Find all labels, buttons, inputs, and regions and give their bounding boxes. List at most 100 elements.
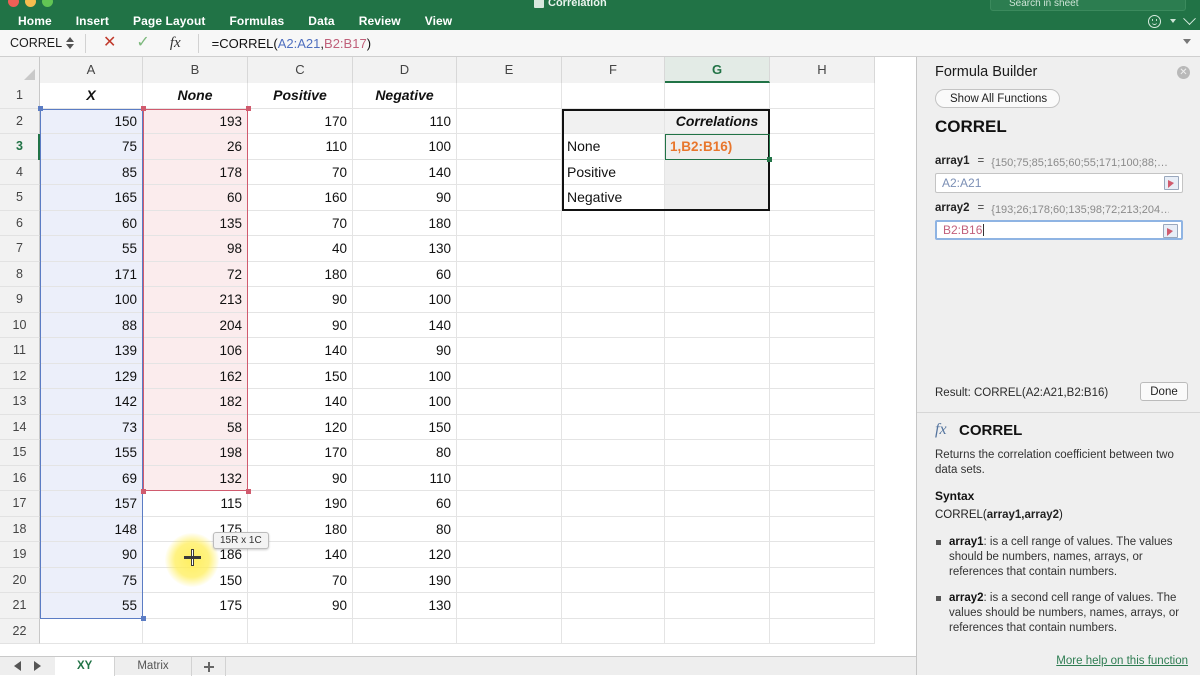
cell-E12[interactable]	[457, 363, 562, 389]
minimize-window-icon[interactable]	[25, 0, 36, 7]
cell-G3[interactable]: 1,B2:B16)	[665, 134, 770, 160]
ribbon-tab-data[interactable]: Data	[296, 12, 346, 30]
selection-handle[interactable]	[140, 106, 146, 111]
cell-E5[interactable]	[457, 185, 562, 211]
chevron-down-icon[interactable]	[1170, 19, 1176, 23]
cell-B14[interactable]: 58	[143, 414, 248, 440]
cell-E11[interactable]	[457, 338, 562, 364]
cell-B22[interactable]	[143, 618, 248, 644]
row-header-6[interactable]: 6	[0, 210, 40, 236]
cell-B12[interactable]: 162	[143, 363, 248, 389]
collapse-ribbon-icon[interactable]	[1183, 11, 1196, 25]
cell-B7[interactable]: 98	[143, 236, 248, 262]
cell-C10[interactable]: 90	[248, 312, 353, 338]
cell-C20[interactable]: 70	[248, 567, 353, 593]
selection-handle[interactable]	[37, 106, 43, 111]
cancel-formula-icon[interactable]: ✕	[93, 35, 126, 51]
select-all-corner[interactable]	[0, 57, 40, 83]
cell-F8[interactable]	[562, 261, 665, 287]
cell-D9[interactable]: 100	[353, 287, 457, 313]
cell-F19[interactable]	[562, 542, 665, 568]
cell-B13[interactable]: 182	[143, 389, 248, 415]
cell-D15[interactable]: 80	[353, 440, 457, 466]
cell-A2[interactable]: 150	[40, 108, 143, 134]
cell-A18[interactable]: 148	[40, 516, 143, 542]
cell-B4[interactable]: 178	[143, 159, 248, 185]
cell-C16[interactable]: 90	[248, 465, 353, 491]
cell-B9[interactable]: 213	[143, 287, 248, 313]
cell-H2[interactable]	[770, 108, 875, 134]
cell-D3[interactable]: 100	[353, 134, 457, 160]
cell-D18[interactable]: 80	[353, 516, 457, 542]
ribbon-tab-view[interactable]: View	[413, 12, 465, 30]
cell-D12[interactable]: 100	[353, 363, 457, 389]
cell-E13[interactable]	[457, 389, 562, 415]
cell-A20[interactable]: 75	[40, 567, 143, 593]
cell-A4[interactable]: 85	[40, 159, 143, 185]
cell-F18[interactable]	[562, 516, 665, 542]
maximize-window-icon[interactable]	[42, 0, 53, 7]
cell-C14[interactable]: 120	[248, 414, 353, 440]
cell-H11[interactable]	[770, 338, 875, 364]
cell-G7[interactable]	[665, 236, 770, 262]
cell-H4[interactable]	[770, 159, 875, 185]
range-picker-icon[interactable]	[1163, 224, 1178, 238]
array2-input[interactable]: B2:B16	[935, 220, 1183, 240]
cell-E14[interactable]	[457, 414, 562, 440]
cell-E4[interactable]	[457, 159, 562, 185]
row-header-3[interactable]: 3	[0, 134, 40, 160]
ribbon-tab-review[interactable]: Review	[347, 12, 413, 30]
cell-H13[interactable]	[770, 389, 875, 415]
row-header-4[interactable]: 4	[0, 159, 40, 185]
cell-G13[interactable]	[665, 389, 770, 415]
row-header-13[interactable]: 13	[0, 389, 40, 415]
cell-B10[interactable]: 204	[143, 312, 248, 338]
cell-G21[interactable]	[665, 593, 770, 619]
cell-F10[interactable]	[562, 312, 665, 338]
cell-A7[interactable]: 55	[40, 236, 143, 262]
cell-E3[interactable]	[457, 134, 562, 160]
cell-H18[interactable]	[770, 516, 875, 542]
ribbon-tab-home[interactable]: Home	[6, 12, 64, 30]
cell-H21[interactable]	[770, 593, 875, 619]
range-picker-icon[interactable]	[1164, 176, 1179, 190]
cell-B6[interactable]: 135	[143, 210, 248, 236]
cell-D17[interactable]: 60	[353, 491, 457, 517]
cell-D10[interactable]: 140	[353, 312, 457, 338]
cell-C8[interactable]: 180	[248, 261, 353, 287]
cell-F13[interactable]	[562, 389, 665, 415]
row-header-16[interactable]: 16	[0, 465, 40, 491]
cell-E15[interactable]	[457, 440, 562, 466]
column-header-b[interactable]: B	[143, 57, 248, 83]
cell-G22[interactable]	[665, 618, 770, 644]
cell-H6[interactable]	[770, 210, 875, 236]
cell-A12[interactable]: 129	[40, 363, 143, 389]
cell-H15[interactable]	[770, 440, 875, 466]
cell-D1[interactable]: Negative	[353, 83, 457, 109]
cell-E20[interactable]	[457, 567, 562, 593]
cell-F3[interactable]: None	[562, 134, 665, 160]
cell-G14[interactable]	[665, 414, 770, 440]
cell-H12[interactable]	[770, 363, 875, 389]
cell-E22[interactable]	[457, 618, 562, 644]
next-sheet-icon[interactable]	[34, 661, 41, 671]
cell-F11[interactable]	[562, 338, 665, 364]
row-header-5[interactable]: 5	[0, 185, 40, 211]
cell-D16[interactable]: 110	[353, 465, 457, 491]
cell-A14[interactable]: 73	[40, 414, 143, 440]
cell-H1[interactable]	[770, 83, 875, 109]
column-header-a[interactable]: A	[40, 57, 143, 83]
ribbon-tab-page-layout[interactable]: Page Layout	[121, 12, 217, 30]
close-window-icon[interactable]	[8, 0, 19, 7]
cell-A5[interactable]: 165	[40, 185, 143, 211]
ribbon-tab-formulas[interactable]: Formulas	[217, 12, 296, 30]
cell-G5[interactable]	[665, 185, 770, 211]
row-header-8[interactable]: 8	[0, 261, 40, 287]
cell-E1[interactable]	[457, 83, 562, 109]
insert-function-icon[interactable]: fx	[160, 35, 191, 52]
cell-G1[interactable]	[665, 83, 770, 109]
row-header-11[interactable]: 11	[0, 338, 40, 364]
cell-C13[interactable]: 140	[248, 389, 353, 415]
cell-C17[interactable]: 190	[248, 491, 353, 517]
cell-B3[interactable]: 26	[143, 134, 248, 160]
